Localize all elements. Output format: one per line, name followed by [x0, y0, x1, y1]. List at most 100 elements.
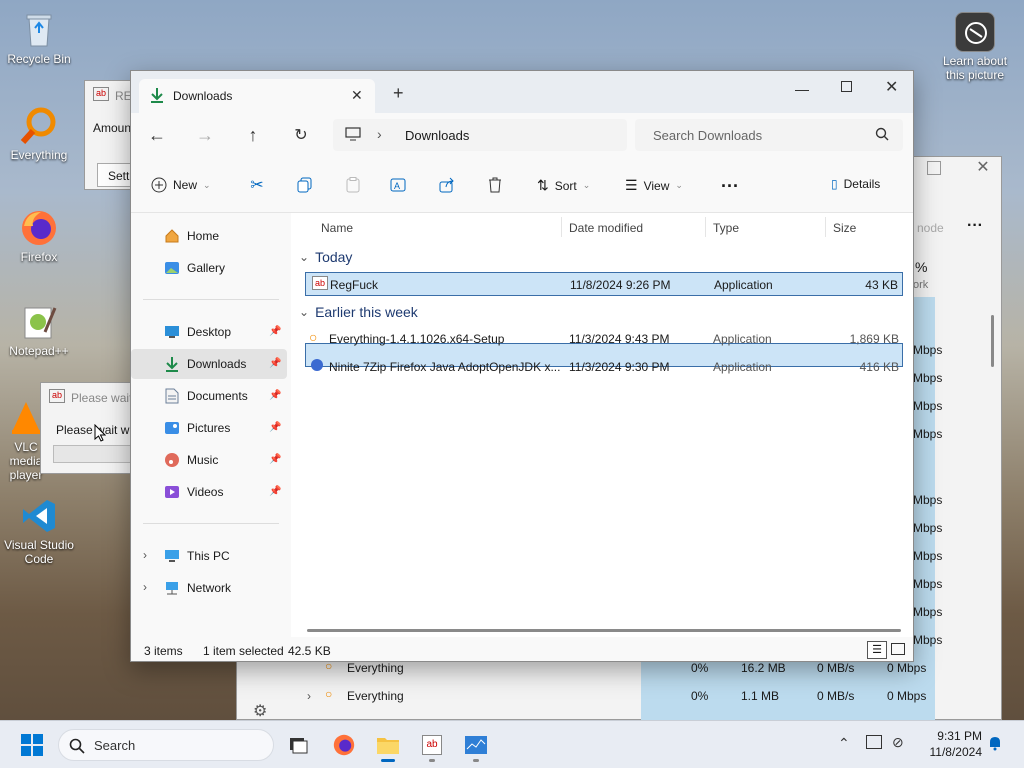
learn-about-picture[interactable]: Learn about this picture [937, 12, 1013, 82]
process-row[interactable]: › ○ Everything 0% 1.1 MB 0 MB/s 0 Mbps [307, 685, 937, 709]
task-view-icon[interactable] [282, 729, 314, 761]
close-icon[interactable]: ✕ [885, 77, 898, 97]
pin-icon[interactable]: 📌 [269, 422, 281, 434]
minimize-icon[interactable] [795, 79, 809, 91]
column-divider [705, 217, 706, 237]
this-pc-icon [163, 547, 181, 565]
desktop-icon-label: Notepad++ [9, 344, 69, 358]
refresh-icon[interactable]: ↻ [291, 125, 311, 145]
table-row[interactable]: ab RegFuck 11/8/2024 9:26 PM Application… [305, 272, 903, 296]
status-bar: 3 items 1 item selected 42.5 KB ☰ [131, 637, 913, 661]
pin-icon[interactable]: 📌 [269, 486, 281, 498]
taskbar-regfuck-icon[interactable]: ab [416, 729, 448, 762]
tab-downloads[interactable]: Downloads ✕ [139, 79, 375, 113]
view-button[interactable]: ☰ View ⌄ [625, 177, 683, 194]
network-tray-icon[interactable] [866, 735, 882, 749]
details-view-icon[interactable]: ☰ [867, 641, 887, 659]
desktop-icon-notepadpp[interactable]: Notepad++ [1, 302, 77, 358]
music-icon [163, 451, 181, 469]
file-explorer-window[interactable]: Downloads ✕ + ✕ ← → ↑ ↻ › Downloads Sear… [130, 70, 914, 662]
pin-icon[interactable]: 📌 [269, 326, 281, 338]
horizontal-scrollbar[interactable] [307, 629, 901, 632]
desktop-icon-vscode[interactable]: Visual Studio Code [1, 496, 77, 566]
expand-chevron-icon[interactable]: › [143, 580, 147, 594]
taskbar: Search ab ⌃ ⊘ 9:31 PM 11/8/2024 [0, 720, 1024, 768]
more-icon[interactable]: ··· [967, 217, 983, 235]
close-icon[interactable]: ✕ [975, 159, 991, 176]
process-icon: ○ [325, 687, 333, 701]
plus-circle-icon [151, 177, 167, 193]
item-count: 3 items [144, 644, 183, 658]
tiles-view-icon[interactable] [891, 643, 905, 655]
taskbar-search[interactable]: Search [58, 729, 274, 761]
paste-icon[interactable] [343, 175, 363, 195]
column-header-size[interactable]: Size [833, 221, 856, 235]
please-wait-window[interactable]: ab Please wait Please wait whi [40, 382, 139, 474]
maximize-icon[interactable] [927, 161, 941, 175]
table-row[interactable]: ○ Everything-1.4.1.1026.x64-Setup 11/3/2… [305, 327, 903, 351]
see-more-icon[interactable]: ... [721, 171, 739, 192]
documents-icon [163, 387, 181, 405]
settings-gear-icon[interactable]: ⚙ [253, 701, 267, 721]
sort-button[interactable]: ⇅ Sort ⌄ [537, 177, 590, 194]
share-icon[interactable] [437, 175, 457, 195]
scrollbar[interactable] [991, 315, 994, 367]
desktop-icon-firefox[interactable]: Firefox [1, 208, 77, 264]
show-hidden-icons-chevron-icon[interactable]: ⌃ [838, 735, 850, 752]
desktop-folder-icon [163, 323, 181, 341]
column-header-date[interactable]: Date modified [569, 221, 643, 235]
search-box[interactable]: Search Downloads [635, 119, 903, 151]
column-header-type[interactable]: Type [713, 221, 739, 235]
selection-count: 1 item selected [203, 644, 284, 658]
clock[interactable]: 9:31 PM 11/8/2024 [918, 728, 983, 760]
tab-title: Downloads [173, 89, 233, 103]
back-icon[interactable]: ← [147, 125, 167, 145]
table-row[interactable]: Ninite 7Zip Firefox Java AdoptOpenJDK x.… [305, 355, 903, 379]
delete-icon[interactable] [485, 175, 505, 195]
desktop-icon-everything[interactable]: Everything [1, 106, 77, 162]
sidebar-item-documents[interactable]: Documents 📌 [131, 381, 287, 411]
desktop-icon-recycle-bin[interactable]: Recycle Bin [1, 10, 77, 66]
rename-icon[interactable]: A [389, 175, 409, 195]
tab-close-icon[interactable]: ✕ [351, 87, 363, 104]
group-header-earlier[interactable]: ⌄ Earlier this week [299, 304, 418, 320]
sidebar-item-music[interactable]: Music 📌 [131, 445, 287, 475]
column-header-name[interactable]: Name [321, 221, 353, 235]
volume-muted-icon[interactable]: ⊘ [892, 734, 904, 751]
copy-icon[interactable] [295, 175, 315, 195]
maximize-icon[interactable] [841, 81, 852, 92]
sidebar-item-gallery[interactable]: Gallery [131, 253, 287, 283]
recycle-bin-icon [19, 10, 59, 50]
taskbar-task-manager-icon[interactable] [460, 729, 492, 762]
notification-bell-icon[interactable] [988, 735, 1002, 751]
network-icon [163, 579, 181, 597]
sidebar-item-pictures[interactable]: Pictures 📌 [131, 413, 287, 443]
details-button[interactable]: ▯ Details [831, 177, 880, 191]
up-icon[interactable]: ↑ [243, 125, 263, 145]
sidebar-item-home[interactable]: Home [131, 221, 287, 251]
sidebar-item-network[interactable]: › Network [131, 573, 287, 603]
sidebar-item-this-pc[interactable]: › This PC [131, 541, 287, 571]
chevron-down-icon: ⌄ [299, 305, 310, 319]
monitor-icon [345, 127, 361, 141]
breadcrumb[interactable]: Downloads [405, 128, 469, 143]
search-input[interactable]: Search Downloads [653, 128, 762, 143]
sidebar-item-desktop[interactable]: Desktop 📌 [131, 317, 287, 347]
sidebar-item-videos[interactable]: Videos 📌 [131, 477, 287, 507]
cut-icon[interactable]: ✂ [247, 175, 267, 195]
chevron-down-icon: ⌄ [675, 180, 683, 190]
sidebar-item-downloads[interactable]: Downloads 📌 [131, 349, 287, 379]
taskbar-file-explorer-icon[interactable] [372, 729, 404, 762]
new-button[interactable]: New ⌄ [151, 177, 211, 193]
group-header-today[interactable]: ⌄ Today [299, 249, 352, 265]
expand-chevron-icon[interactable]: › [143, 548, 147, 562]
start-button[interactable] [16, 729, 48, 761]
pin-icon[interactable]: 📌 [269, 454, 281, 466]
new-tab-icon[interactable]: + [393, 83, 404, 104]
address-bar[interactable]: › Downloads [333, 119, 627, 151]
expand-chevron-icon[interactable]: › [307, 689, 311, 703]
pin-icon[interactable]: 📌 [269, 390, 281, 402]
taskbar-firefox-icon[interactable] [328, 729, 360, 761]
pin-icon[interactable]: 📌 [269, 358, 281, 370]
forward-icon[interactable]: → [195, 125, 215, 145]
